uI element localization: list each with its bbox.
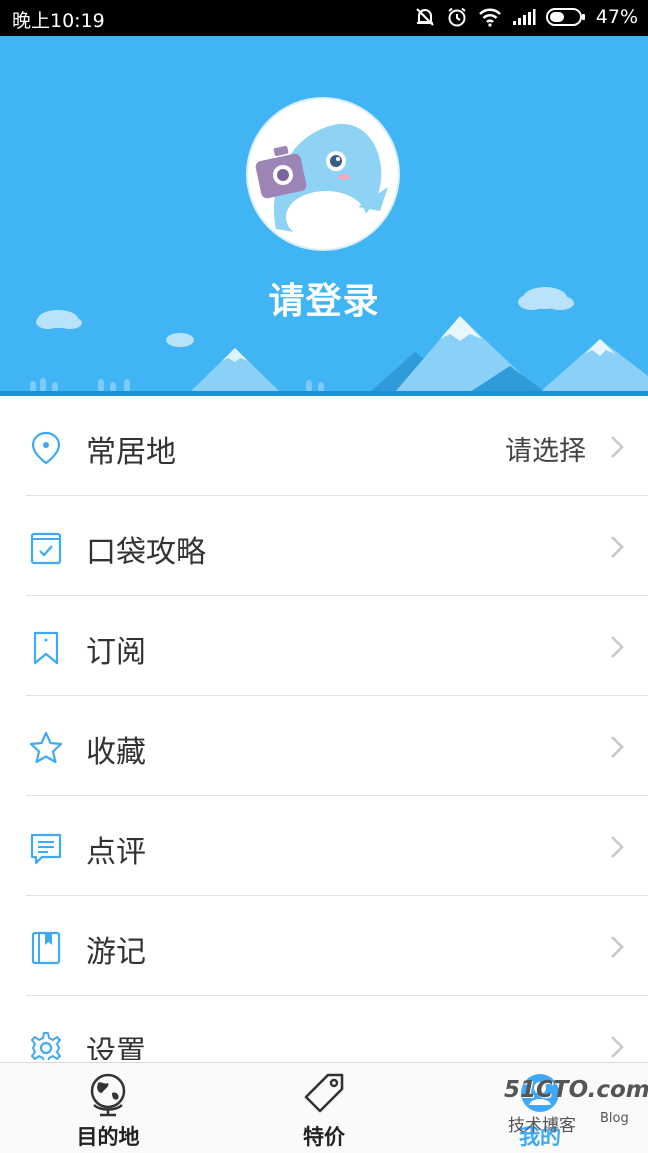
comment-icon — [30, 833, 62, 865]
tab-deals[interactable]: 特价 — [216, 1063, 432, 1153]
chevron-right-icon — [611, 836, 624, 858]
chevron-right-icon — [611, 536, 624, 558]
status-bar: 晚上10:19 47% — [0, 0, 648, 36]
watermark-blog: Blog — [600, 1111, 629, 1126]
menu-item-subscribe[interactable]: 订阅 — [0, 596, 648, 696]
gear-icon — [31, 1032, 61, 1060]
location-pin-icon — [31, 431, 61, 465]
chevron-right-icon — [611, 636, 624, 658]
menu-item-label: 订阅 — [86, 635, 146, 670]
status-icons: 47% — [414, 6, 638, 28]
watermark-overlay: 51CTO.com 技术博客 Blog — [504, 1077, 648, 1141]
watermark-sub: 技术博客 — [508, 1116, 576, 1136]
wifi-icon — [478, 8, 501, 27]
bottom-tab-bar: 目的地 特价 我的 51CTO.com 技术博客 Blog — [0, 1062, 648, 1153]
notebook-icon — [31, 931, 61, 965]
menu-item-travelogue[interactable]: 游记 — [0, 896, 648, 996]
menu-item-label: 收藏 — [86, 735, 146, 770]
price-tag-icon — [304, 1073, 344, 1113]
chevron-right-icon — [611, 1036, 624, 1058]
login-prompt[interactable]: 请登录 — [0, 272, 648, 324]
mascot-illustration — [249, 100, 397, 248]
menu-item-reviews[interactable]: 点评 — [0, 796, 648, 896]
silent-bell-icon — [416, 8, 434, 26]
signal-icon — [512, 9, 536, 25]
menu-item-pocket-guide[interactable]: 口袋攻略 — [0, 496, 648, 596]
chevron-right-icon — [611, 736, 624, 758]
menu-item-settings[interactable]: 设置 — [0, 996, 648, 1060]
menu-item-favorites[interactable]: 收藏 — [0, 696, 648, 796]
menu-list: 常居地 请选择 口袋攻略 订阅 收藏 点评 游记 设置 — [0, 396, 648, 1060]
bookmark-icon — [33, 631, 59, 665]
chevron-right-icon — [611, 436, 624, 458]
menu-item-label: 点评 — [86, 835, 146, 870]
checked-book-icon — [30, 532, 62, 565]
status-time: 晚上10:19 — [12, 10, 105, 32]
star-icon — [29, 731, 63, 764]
chevron-right-icon — [611, 936, 624, 958]
tab-destination[interactable]: 目的地 — [0, 1063, 216, 1153]
menu-item-label: 口袋攻略 — [86, 535, 206, 570]
battery-percent: 47% — [595, 6, 638, 28]
menu-item-residence[interactable]: 常居地 请选择 — [0, 396, 648, 496]
battery-icon — [545, 8, 585, 26]
tab-label: 目的地 — [76, 1125, 140, 1149]
avatar[interactable] — [248, 99, 398, 249]
profile-header: 请登录 — [0, 36, 648, 396]
menu-item-label: 设置 — [86, 1035, 146, 1060]
menu-item-label: 常居地 — [86, 435, 176, 470]
tab-label: 特价 — [303, 1125, 345, 1149]
menu-item-label: 游记 — [86, 935, 146, 970]
residence-value: 请选择 — [505, 436, 586, 467]
watermark-brand: 51CTO.com — [504, 1077, 648, 1103]
alarm-icon — [448, 7, 466, 27]
globe-icon — [90, 1073, 126, 1117]
